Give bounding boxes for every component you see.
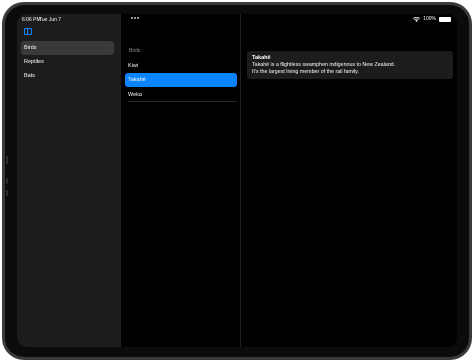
status-bar: 6:06 PM Tue Jun 7 100% [17,14,457,26]
detail-title: Takahē [252,55,271,61]
list-item-kiwi[interactable]: Kiwi [125,59,237,73]
detail-card: Takahē Takahē is a flightless swamphen i… [247,51,453,79]
list-item-weka[interactable]: Weka [125,88,237,102]
sidebar-item-label: Reptiles [24,59,44,65]
sidebar: Birds Reptiles Bats [17,14,120,347]
hardware-button [6,178,8,184]
row-divider [128,101,237,102]
status-time: 6:06 PM [22,17,41,23]
detail-line-2: It's the largest living member of the ra… [252,69,359,75]
detail-line-1: Takahē is a flightless swamphen indigeno… [252,62,396,68]
hardware-button [6,156,8,164]
battery-icon [439,16,451,22]
hardware-button [6,190,8,196]
content-list: Birds Kiwi Takahē Weka [120,14,240,347]
list-item-label: Weka [128,92,142,98]
list-item-label: Kiwi [128,63,139,69]
screen: Birds Reptiles Bats Birds Kiwi Takahē We… [17,14,457,347]
detail-pane: Takahē Takahē is a flightless swamphen i… [240,14,457,347]
wifi-icon [413,16,421,22]
sidebar-icon[interactable] [24,28,32,35]
status-indicators: 100% [413,16,451,22]
battery-fill [440,17,450,21]
sidebar-item-reptiles[interactable]: Reptiles [21,55,114,69]
sidebar-item-label: Bats [24,73,36,79]
list-item-label: Takahē [128,77,146,83]
battery-percent: 100% [423,16,436,22]
sidebar-item-bats[interactable]: Bats [21,69,114,83]
sidebar-item-birds[interactable]: Birds [21,41,114,55]
list-item-takahe[interactable]: Takahē [125,73,237,87]
sidebar-item-label: Birds [24,45,37,51]
section-header: Birds [129,48,141,54]
status-date: Tue Jun 7 [39,17,62,23]
